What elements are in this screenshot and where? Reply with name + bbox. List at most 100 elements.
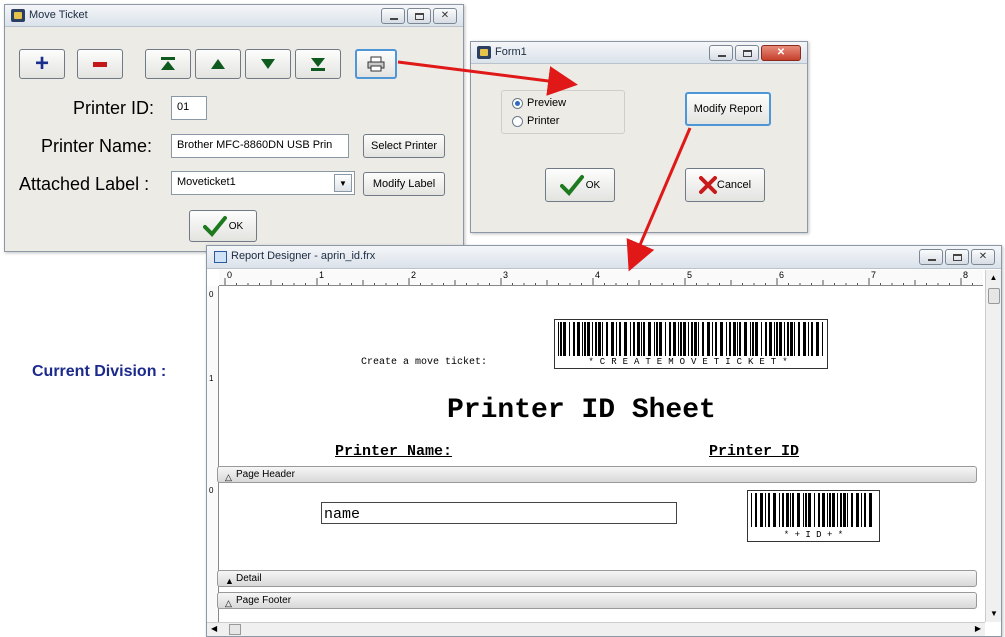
barcode-bar — [654, 322, 655, 356]
barcode-bar — [765, 322, 767, 356]
ruler-number: 2 — [411, 270, 417, 280]
minimize-button[interactable] — [919, 249, 943, 265]
close-button[interactable]: ✕ — [971, 249, 995, 265]
modify-label-button[interactable]: Modify Label — [363, 172, 445, 196]
scroll-right-arrow[interactable]: ▶ — [975, 624, 981, 633]
scroll-thumb[interactable] — [988, 288, 1000, 304]
app-icon — [477, 46, 491, 59]
barcode-bar — [774, 322, 775, 356]
select-printer-button[interactable]: Select Printer — [363, 134, 445, 158]
vruler-detail-0: 0 — [209, 486, 214, 495]
createmoveticket-barcode: *CREATEMOVETICKET* — [554, 319, 828, 369]
add-record-button[interactable]: + — [19, 49, 65, 79]
horizontal-scrollbar[interactable]: ◀ ▶ — [207, 622, 985, 636]
ruler-number: 7 — [871, 270, 877, 280]
band-page-header-label: Page Header — [236, 469, 295, 480]
barcode-bar — [786, 493, 789, 527]
close-icon: ✕ — [776, 47, 786, 58]
printer-name-label: Printer Name: — [41, 136, 153, 156]
barcode-bar — [560, 322, 562, 356]
dropdown-button[interactable]: ▼ — [334, 174, 352, 192]
barcode-bar — [755, 493, 757, 527]
ok-button[interactable]: OK — [545, 168, 615, 202]
barcode-bar — [712, 322, 713, 356]
previous-record-button[interactable] — [195, 49, 241, 79]
radio-printer[interactable]: Printer — [512, 115, 559, 127]
attached-label-label: Attached Label : — [19, 174, 150, 194]
current-division-label: Current Division : — [32, 363, 167, 380]
barcode-bar — [678, 322, 679, 356]
barcode-bar — [779, 322, 782, 356]
triangle-up-filled-icon: ▲ — [225, 576, 234, 586]
report-designer-window: Report Designer - aprin_id.frx ✕ 0 1 2 3 4 5 6… — [206, 245, 1002, 637]
barcode-bar — [739, 322, 741, 356]
maximize-button[interactable] — [945, 249, 969, 265]
last-record-button[interactable] — [295, 49, 341, 79]
barcode-bar — [750, 322, 751, 356]
barcode-bar — [818, 493, 820, 527]
scroll-down-arrow[interactable]: ▼ — [986, 606, 1002, 622]
ok-label: OK — [585, 179, 601, 191]
maximize-button[interactable] — [735, 45, 759, 61]
up-icon — [211, 59, 225, 69]
scroll-thumb-h[interactable] — [229, 624, 241, 635]
minimize-button[interactable] — [381, 8, 405, 24]
barcode-bar — [598, 322, 601, 356]
printer-name-field[interactable]: Brother MFC-8860DN USB Prin — [171, 134, 349, 158]
vertical-scrollbar[interactable]: ▲ ▼ — [985, 270, 1001, 622]
minimize-button[interactable] — [709, 45, 733, 61]
barcode-bar — [673, 322, 676, 356]
barcode-bar — [808, 322, 809, 356]
checkmark-icon — [202, 216, 227, 237]
barcode-bar — [761, 322, 762, 356]
scroll-up-arrow[interactable]: ▲ — [986, 270, 1001, 286]
barcode-bar — [797, 493, 800, 527]
band-page-footer-label: Page Footer — [236, 595, 292, 606]
first-record-button[interactable] — [145, 49, 191, 79]
ok-button[interactable]: OK — [189, 210, 257, 242]
band-detail-label: Detail — [236, 573, 262, 584]
vruler-0: 0 — [209, 290, 214, 299]
barcode-bar — [744, 322, 747, 356]
report-title: Printer ID Sheet — [447, 395, 716, 426]
close-icon: ✕ — [978, 251, 988, 262]
cancel-button[interactable]: Cancel — [685, 168, 765, 202]
modify-report-button[interactable]: Modify Report — [685, 92, 771, 126]
close-button[interactable]: ✕ — [761, 45, 801, 61]
print-button[interactable] — [355, 49, 397, 79]
close-button[interactable]: ✕ — [433, 8, 457, 24]
printer-id-label: Printer ID: — [73, 98, 155, 118]
printer-id-field[interactable]: 01 — [171, 96, 207, 120]
band-page-footer[interactable]: △ Page Footer — [217, 592, 977, 609]
printer-icon — [367, 56, 385, 72]
barcode-bar — [648, 322, 651, 356]
band-detail[interactable]: ▲ Detail — [217, 570, 977, 587]
window-title: Move Ticket — [29, 9, 88, 21]
barcode-bar — [606, 322, 608, 356]
radio-preview[interactable]: Preview — [512, 97, 566, 109]
barcode-bar — [792, 493, 794, 527]
barcode-bar — [715, 322, 717, 356]
triangle-up-icon: △ — [225, 598, 232, 608]
scroll-left-arrow[interactable]: ◀ — [211, 624, 217, 633]
maximize-button[interactable] — [407, 8, 431, 24]
next-record-button[interactable] — [245, 49, 291, 79]
move-ticket-titlebar[interactable]: Move Ticket ✕ — [5, 5, 463, 27]
radio-printer-label: Printer — [527, 115, 560, 127]
barcode-bar — [822, 322, 823, 356]
barcode-bar — [814, 493, 815, 527]
barcode-bar — [847, 493, 848, 527]
report-designer-titlebar[interactable]: Report Designer - aprin_id.frx ✕ — [207, 246, 1001, 269]
barcode-bar — [577, 322, 580, 356]
last-icon — [311, 58, 325, 71]
ruler-number: 4 — [595, 270, 601, 280]
barcode-text: *CREATEMOVETICKET* — [555, 356, 827, 368]
barcode-bar — [843, 493, 846, 527]
band-page-header[interactable]: △ Page Header — [217, 466, 977, 483]
barcode-bar — [637, 322, 640, 356]
form1-titlebar[interactable]: Form1 ✕ — [471, 42, 807, 64]
barcode-bar — [832, 493, 835, 527]
attached-label-select[interactable]: Moveticket1 ▼ — [171, 171, 355, 195]
remove-record-button[interactable] — [77, 49, 123, 79]
detail-name-field[interactable]: name — [321, 502, 677, 524]
